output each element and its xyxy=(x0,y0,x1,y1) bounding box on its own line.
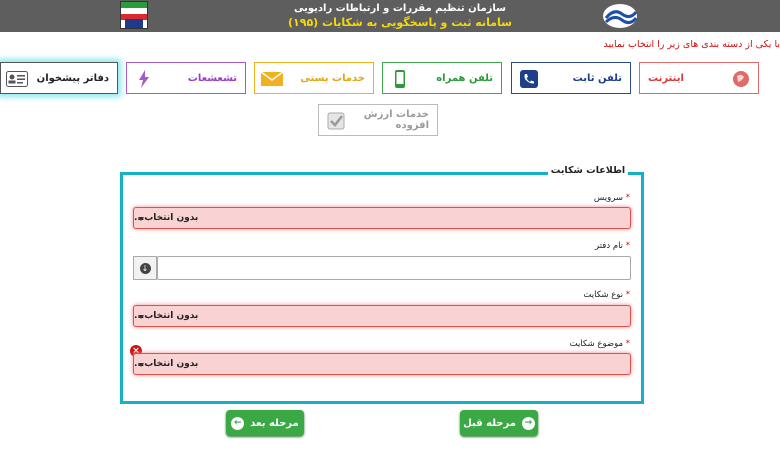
category-mobile[interactable]: تلفن همراه xyxy=(382,62,502,94)
checkbox-icon xyxy=(327,112,345,130)
complaint-subject-label: * موضوع شکایت xyxy=(569,339,630,349)
category-postal-label: خدمات پستی xyxy=(300,72,365,84)
phone-icon xyxy=(520,70,538,88)
category-mobile-label: تلفن همراه xyxy=(436,72,493,84)
category-service-offices-label: دفاتر پیشخوان xyxy=(36,72,109,84)
caret-down-icon xyxy=(138,217,144,221)
next-step-label: مرحله بعد xyxy=(250,417,299,429)
previous-step-button[interactable]: → مرحله قبل xyxy=(460,410,538,436)
office-name-input[interactable] xyxy=(157,256,631,280)
office-lookup-addon[interactable]: ↓ xyxy=(133,256,157,280)
next-step-button[interactable]: مرحله بعد ← xyxy=(226,410,304,436)
envelope-icon xyxy=(261,71,283,86)
id-card-icon xyxy=(6,71,28,87)
service-label: * سرویس xyxy=(593,193,630,203)
category-value-added[interactable]: خدمات ارزش افزوده xyxy=(318,104,438,136)
government-logo xyxy=(120,1,148,29)
mobile-phone-icon xyxy=(395,70,405,88)
lightning-icon xyxy=(139,70,149,88)
category-internet[interactable]: اینترنت xyxy=(639,62,759,94)
complaint-type-label: * نوع شکایت xyxy=(583,290,630,300)
category-landline-label: تلفن ثابت xyxy=(572,72,622,84)
category-service-offices[interactable]: دفاتر پیشخوان xyxy=(0,62,118,94)
panel-legend: اطلاعات شکایت xyxy=(548,165,628,179)
system-title: سامانه ثبت و پاسخگویی به شکایات (۱۹۵) xyxy=(287,16,512,29)
category-postal[interactable]: خدمات پستی xyxy=(254,62,374,94)
arrow-right-circle-icon: → xyxy=(521,416,535,430)
organization-name: سازمان تنظیم مقررات و ارتباطات رادیویی xyxy=(293,3,506,14)
instruction-text: با یکی از دسته بندی های زیر را انتخاب نم… xyxy=(603,39,780,50)
cra-logo xyxy=(603,4,638,28)
previous-step-label: مرحله قبل xyxy=(463,417,516,429)
office-name-label: * نام دفتر xyxy=(595,241,630,251)
service-select[interactable]: بدون انتخاب... xyxy=(133,207,631,229)
arrow-left-circle-icon: ← xyxy=(231,416,245,430)
category-internet-label: اینترنت xyxy=(648,72,684,84)
complaint-type-select[interactable]: بدون انتخاب... xyxy=(133,305,631,327)
globe-icon xyxy=(733,71,749,87)
category-radiation-label: تشعشعات xyxy=(187,72,237,84)
caret-down-icon xyxy=(138,315,144,319)
category-radiation[interactable]: تشعشعات xyxy=(126,62,246,94)
complaint-subject-select[interactable]: بدون انتخاب... xyxy=(133,353,631,375)
arrow-down-circle-icon: ↓ xyxy=(139,262,151,274)
app-header: سازمان تنظیم مقررات و ارتباطات رادیویی س… xyxy=(0,0,780,32)
caret-down-icon xyxy=(138,363,144,367)
category-landline[interactable]: تلفن ثابت xyxy=(511,62,631,94)
